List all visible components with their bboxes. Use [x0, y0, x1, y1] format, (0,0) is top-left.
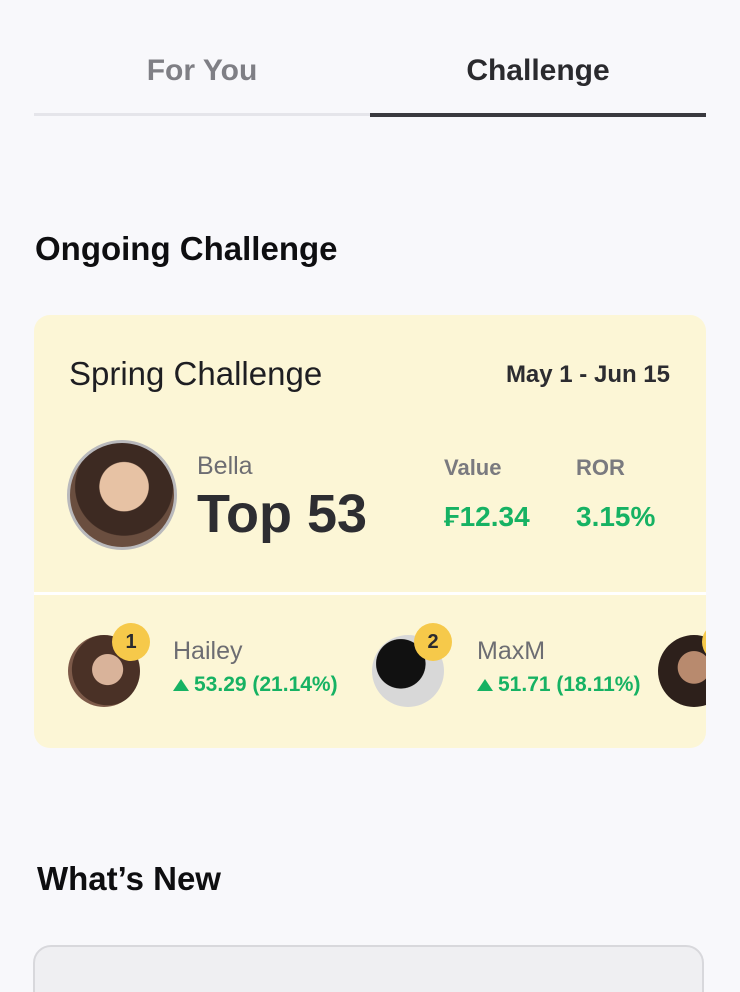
challenge-card[interactable]: Spring Challenge May 1 - Jun 15 Bella To… — [34, 315, 706, 748]
challenge-title: Spring Challenge — [69, 355, 323, 392]
ror-label: ROR — [576, 455, 625, 480]
user-rank: Top 53 — [197, 484, 368, 544]
tab-challenge-label: Challenge — [466, 54, 610, 87]
card-divider — [34, 592, 706, 595]
user-name: Bella — [197, 452, 253, 480]
value-label: Value — [444, 455, 502, 480]
leader-name: Hailey — [173, 637, 243, 665]
triangle-up-icon — [477, 679, 493, 691]
rank-badge: 2 — [414, 623, 452, 661]
leader-change: 53.29 (21.14%) — [173, 673, 338, 697]
leader-change-text: 51.71 (18.11%) — [498, 673, 641, 696]
challenge-dates: May 1 - Jun 15 — [505, 361, 670, 388]
tab-for-you-label: For You — [146, 54, 258, 87]
tab-challenge[interactable]: Challenge — [370, 38, 706, 118]
tab-for-you[interactable]: For You — [34, 38, 370, 118]
ongoing-challenge-heading: Ongoing Challenge — [35, 230, 338, 267]
ror-amount: 3.15% — [576, 501, 656, 532]
rank-badge: 1 — [112, 623, 150, 661]
leader-name: MaxM — [477, 637, 546, 665]
tab-bar: For You Challenge — [34, 38, 706, 118]
news-card[interactable] — [33, 945, 704, 992]
avatar — [658, 635, 706, 707]
leader-change: 51.71 (18.11%) — [477, 673, 640, 697]
triangle-up-icon — [173, 679, 189, 691]
value-amount: ₣12.34 — [444, 501, 530, 532]
whats-new-heading: What’s New — [37, 860, 221, 897]
leader-change-text: 53.29 (21.14%) — [194, 673, 338, 696]
user-avatar[interactable] — [67, 440, 177, 550]
